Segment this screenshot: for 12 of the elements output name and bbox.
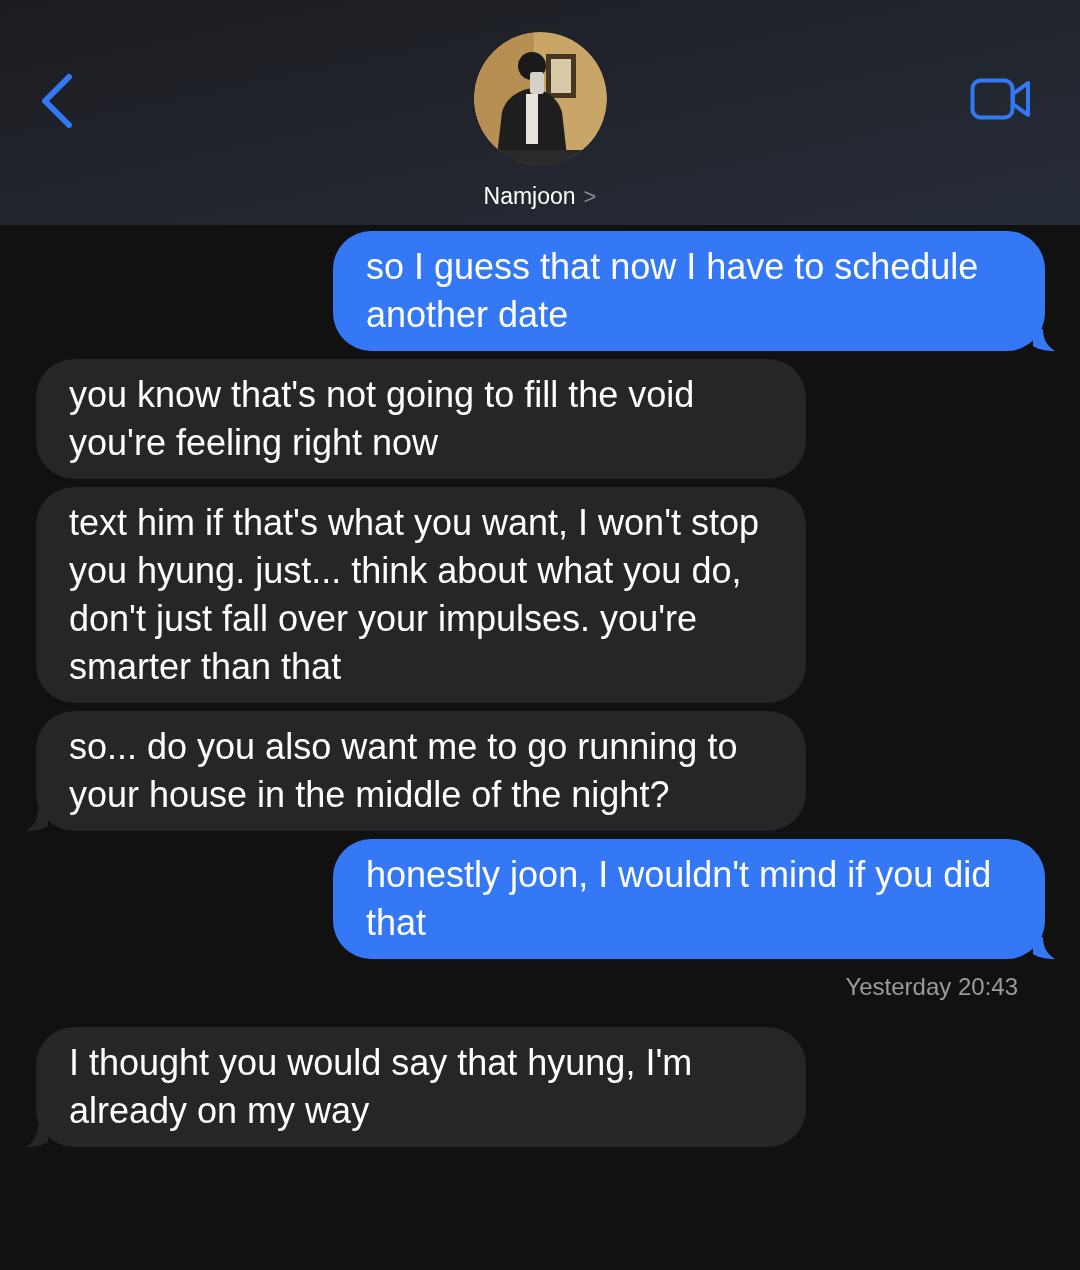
sent-message-bubble: so I guess that now I have to schedule another date <box>333 231 1045 351</box>
contact-name[interactable]: Namjoon > <box>483 179 597 214</box>
received-message-bubble: I thought you would say that hyung, I'm already on my way <box>36 1027 806 1147</box>
chevron: > <box>583 182 597 211</box>
received-message-bubble: you know that's not going to fill the void you're feeling right now <box>36 359 806 479</box>
received-message-bubble: so... do you also want me to go running to your house in the middle of the night? <box>36 711 806 831</box>
received-message-bubble: text him if that's what you want, I won't stop you hyung. just... think about what you do, don't just fall over your impulses. you're smarter than that <box>36 487 806 703</box>
timestamp: Yesterday 20:43 <box>845 972 1018 1002</box>
back-chevron-icon <box>39 73 73 129</box>
sent-message-bubble: honestly joon, I wouldn't mind if you did that <box>333 839 1045 959</box>
video-call-button[interactable] <box>970 78 1032 120</box>
video-camera-icon <box>970 78 1032 120</box>
